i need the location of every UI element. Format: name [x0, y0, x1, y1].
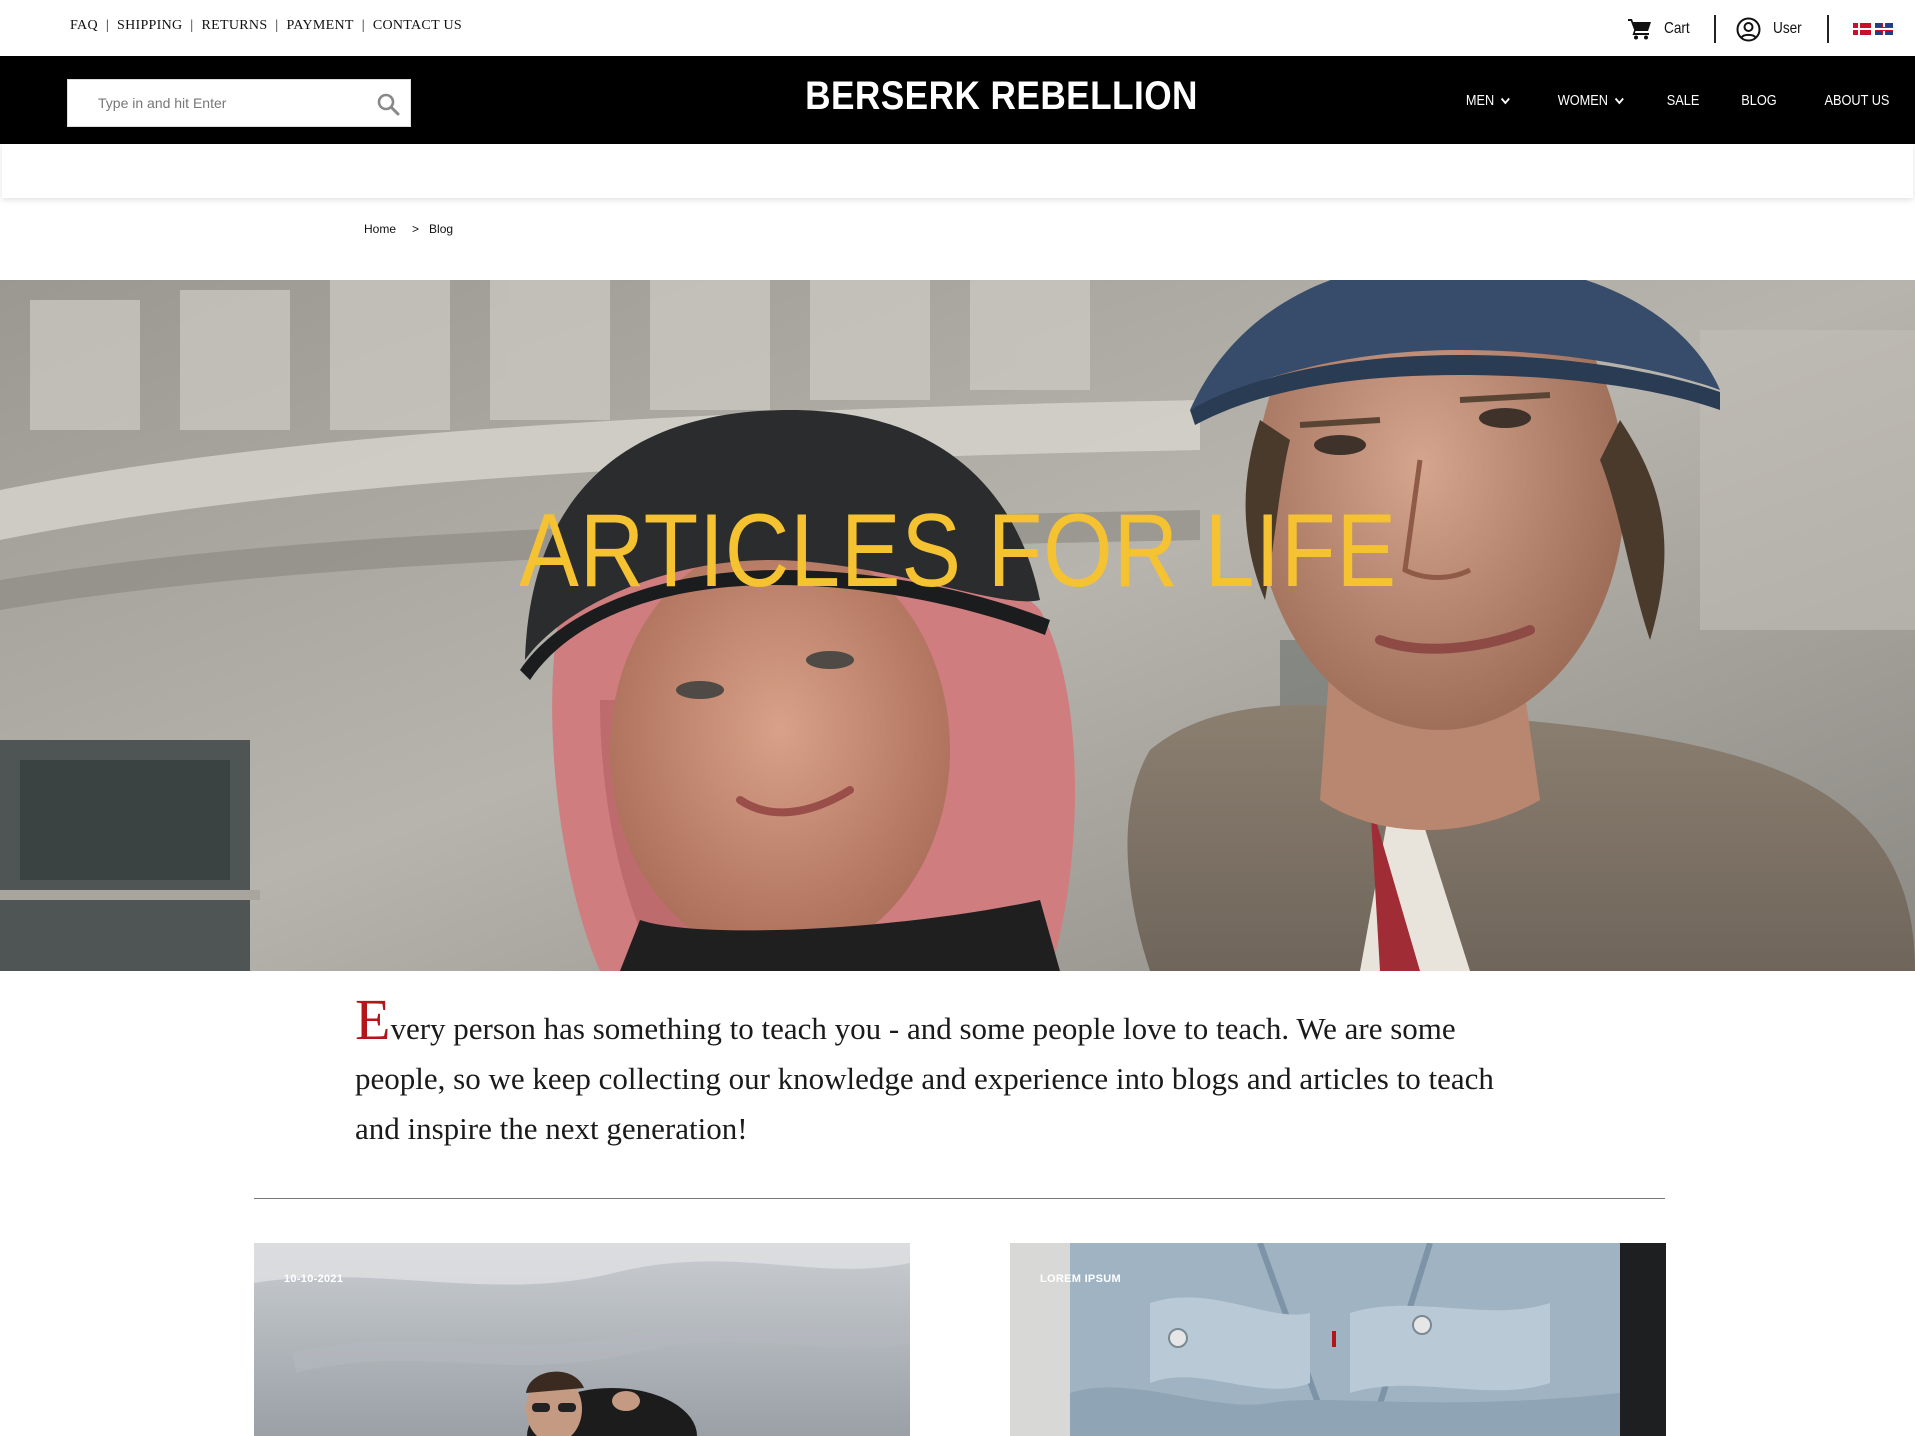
cart-label: Cart	[1663, 20, 1690, 37]
breadcrumb-separator: >	[412, 222, 420, 236]
uk-flag-icon[interactable]	[1875, 23, 1893, 35]
nav-item-label: ABOUT US	[1824, 92, 1889, 109]
separator: |	[105, 18, 109, 33]
user-label: User	[1773, 20, 1802, 37]
shipping-link[interactable]: SHIPPING	[117, 18, 182, 34]
blog-card-image	[1010, 1243, 1666, 1436]
nav-item-label: BLOG	[1741, 92, 1777, 109]
user-button[interactable]: User	[1736, 17, 1807, 42]
chevron-down-icon	[1615, 97, 1625, 104]
section-divider	[254, 1198, 1665, 1199]
nav-item-women[interactable]: WOMEN	[1558, 92, 1625, 109]
nav-item-label: WOMEN	[1558, 92, 1609, 109]
separator: |	[190, 18, 194, 33]
top-utility-bar: FAQ | SHIPPING | RETURNS | PAYMENT | CON…	[0, 0, 1915, 56]
breadcrumb: Home > Blog	[364, 222, 453, 236]
blog-card-image	[254, 1243, 910, 1436]
separator: |	[275, 18, 279, 33]
main-header: BERSERK REBELLION MEN WOMEN SALE BLOG AB…	[0, 56, 1915, 144]
hero-image	[0, 280, 1915, 971]
danish-flag-icon[interactable]	[1853, 23, 1871, 35]
main-navigation: MEN WOMEN SALE BLOG ABOUT US	[1422, 92, 1889, 109]
faq-link[interactable]: FAQ	[70, 18, 98, 34]
user-icon	[1736, 17, 1761, 41]
nav-item-sale[interactable]: SALE	[1666, 92, 1699, 109]
utility-actions: Cart User	[1627, 14, 1893, 44]
utility-links: FAQ | SHIPPING | RETURNS | PAYMENT | CON…	[70, 18, 462, 34]
hero-title: ARTICLES FOR LIFE	[519, 493, 1397, 609]
cart-button[interactable]: Cart	[1627, 18, 1694, 40]
hero-banner: ARTICLES FOR LIFE	[0, 280, 1915, 971]
blog-card[interactable]: LOREM IPSUM	[1010, 1243, 1666, 1436]
divider	[1827, 15, 1829, 43]
returns-link[interactable]: RETURNS	[202, 18, 268, 34]
nav-item-label: MEN	[1465, 92, 1495, 109]
nav-item-men[interactable]: MEN	[1465, 92, 1511, 109]
breadcrumb-current: Blog	[429, 222, 454, 236]
language-switcher	[1849, 23, 1893, 35]
divider	[1714, 15, 1717, 43]
cart-icon	[1627, 19, 1651, 40]
nav-item-about-us[interactable]: ABOUT US	[1824, 92, 1889, 109]
subheader-strip	[2, 144, 1913, 198]
contact-us-link[interactable]: CONTACT US	[373, 18, 462, 34]
payment-link[interactable]: PAYMENT	[287, 18, 354, 34]
drop-cap: E	[355, 987, 391, 1052]
blog-card[interactable]: 10-10-2021	[254, 1243, 910, 1436]
nav-item-blog[interactable]: BLOG	[1741, 92, 1776, 109]
separator: |	[361, 18, 365, 33]
nav-item-label: SALE	[1666, 92, 1699, 109]
intro-text: very person has something to teach you -…	[355, 1011, 1494, 1146]
blog-card-tag: LOREM IPSUM	[1040, 1273, 1121, 1285]
breadcrumb-home-link[interactable]: Home	[364, 222, 396, 236]
chevron-down-icon	[1501, 97, 1511, 104]
intro-paragraph: Every person has something to teach you …	[355, 991, 1535, 1154]
blog-card-date: 10-10-2021	[284, 1273, 344, 1285]
